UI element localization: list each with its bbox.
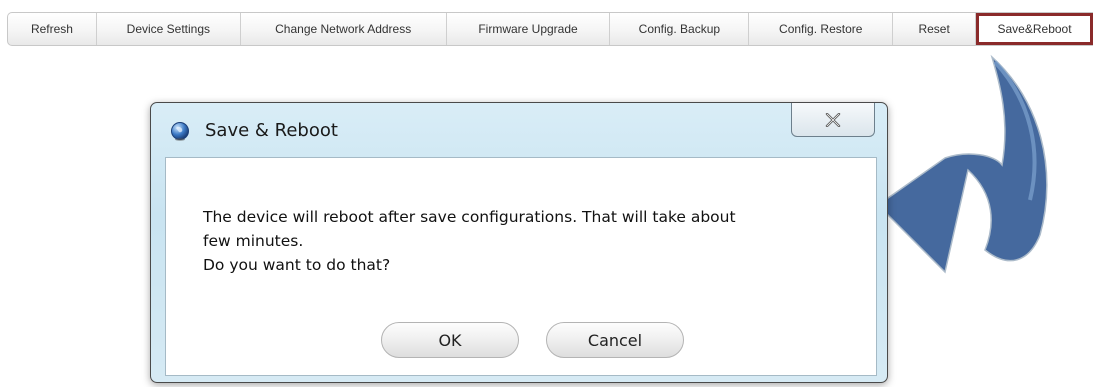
message-line-3: Do you want to do that? <box>203 256 391 274</box>
device-settings-button[interactable]: Device Settings <box>97 13 241 45</box>
save-reboot-dialog: Save & Reboot The device will reboot aft… <box>150 102 888 383</box>
config-backup-button[interactable]: Config. Backup <box>610 13 750 45</box>
dialog-message: The device will reboot after save config… <box>203 205 863 277</box>
firmware-upgrade-button[interactable]: Firmware Upgrade <box>447 13 611 45</box>
toolbar: Refresh Device Settings Change Network A… <box>7 12 1093 46</box>
globe-icon <box>171 122 189 141</box>
dialog-titlebar: Save & Reboot <box>151 103 887 155</box>
close-button[interactable] <box>791 103 875 137</box>
change-network-address-button[interactable]: Change Network Address <box>241 13 447 45</box>
dialog-body: The device will reboot after save config… <box>165 157 877 376</box>
config-restore-button[interactable]: Config. Restore <box>749 13 894 45</box>
cancel-button[interactable]: Cancel <box>546 322 684 358</box>
reset-button[interactable]: Reset <box>893 13 977 45</box>
message-line-1: The device will reboot after save config… <box>203 208 736 226</box>
close-x-icon <box>825 112 841 127</box>
ok-button[interactable]: OK <box>381 322 519 358</box>
refresh-button[interactable]: Refresh <box>8 13 97 45</box>
save-reboot-button[interactable]: Save&Reboot <box>976 13 1093 45</box>
message-line-2: few minutes. <box>203 232 304 250</box>
dialog-title: Save & Reboot <box>205 120 338 141</box>
